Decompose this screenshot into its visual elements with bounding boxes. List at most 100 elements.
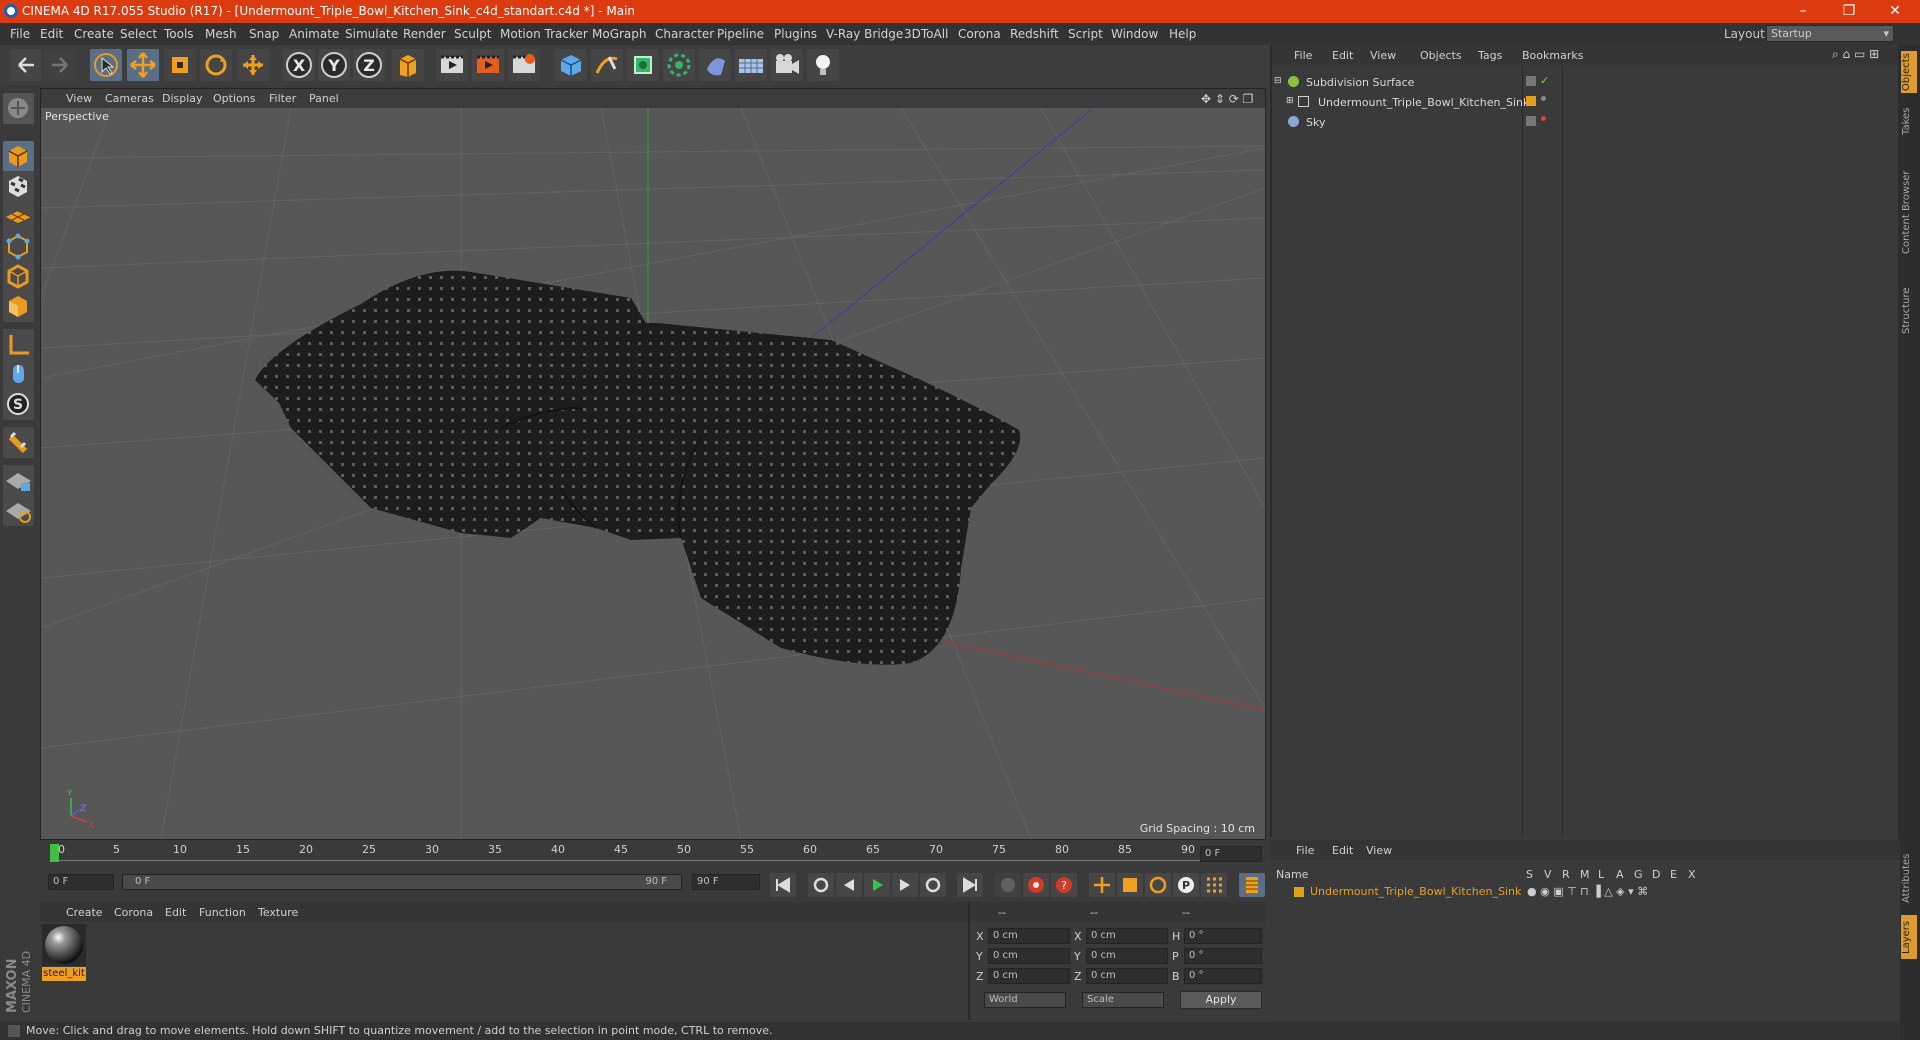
make-editable-icon[interactable] xyxy=(3,93,34,124)
next-key-icon[interactable] xyxy=(920,873,946,897)
restore-button[interactable]: ❐ xyxy=(1826,1,1872,22)
viewport-menu-panel[interactable]: Panel xyxy=(309,92,339,105)
layer-row[interactable]: Undermount_Triple_Bowl_Kitchen_Sink ● ◉ … xyxy=(1270,884,1900,900)
snap-magnet-icon[interactable] xyxy=(3,427,34,458)
object-row-sky[interactable]: Sky xyxy=(1274,114,1520,132)
viewport-menu-cameras[interactable]: Cameras xyxy=(105,92,154,105)
object-menu-view[interactable]: View xyxy=(1370,49,1396,62)
key-point-level-icon[interactable] xyxy=(1201,873,1227,897)
menu-create[interactable]: Create xyxy=(74,27,114,41)
tab-structure[interactable]: Structure xyxy=(1901,281,1917,341)
object-menu-file[interactable]: File xyxy=(1294,49,1312,62)
previous-frame-icon[interactable] xyxy=(836,873,862,897)
previous-key-icon[interactable] xyxy=(808,873,834,897)
menu-help[interactable]: Help xyxy=(1169,27,1196,41)
menu-animate[interactable]: Animate xyxy=(289,27,339,41)
cube-icon[interactable] xyxy=(555,49,587,81)
object-menu-edit[interactable]: Edit xyxy=(1332,49,1353,62)
material-menu-texture[interactable]: Texture xyxy=(258,906,298,919)
object-menu-tags[interactable]: Tags xyxy=(1478,49,1502,62)
visibility-dot-icon[interactable] xyxy=(1541,116,1546,121)
perspective-viewport[interactable]: Perspective Y Z X Grid Spacing : 10 cm xyxy=(41,108,1265,839)
next-frame-icon[interactable] xyxy=(892,873,918,897)
size-x-field[interactable]: 0 cm xyxy=(1086,928,1168,944)
menu-sculpt[interactable]: Sculpt xyxy=(454,27,491,41)
layout-select[interactable]: Startup ▾ xyxy=(1766,25,1894,42)
timeline-ruler[interactable] xyxy=(40,840,1266,868)
deformer-icon[interactable] xyxy=(699,49,731,81)
menu-mograph[interactable]: MoGraph xyxy=(592,27,647,41)
key-parameter-icon[interactable]: P xyxy=(1173,873,1199,897)
rotate-icon[interactable] xyxy=(200,49,232,81)
viewport-navigation-icons[interactable]: ✥ ⇕ ⟳ ❐ xyxy=(1201,92,1253,106)
move-icon[interactable] xyxy=(127,49,159,81)
redo-icon[interactable] xyxy=(44,49,76,81)
menu-corona[interactable]: Corona xyxy=(958,27,1001,41)
object-row-subdivision-surface[interactable]: ⊟ Subdivision Surface xyxy=(1274,74,1520,92)
position-y-field[interactable]: 0 cm xyxy=(988,948,1070,964)
menu-tools[interactable]: Tools xyxy=(164,27,194,41)
collapse-icon[interactable]: ⊟ xyxy=(1274,76,1282,86)
position-z-field[interactable]: 0 cm xyxy=(988,968,1070,984)
start-frame-field[interactable]: 0 F xyxy=(48,874,114,890)
visibility-dot-icon[interactable] xyxy=(1541,96,1546,101)
menu-script[interactable]: Script xyxy=(1068,27,1103,41)
camera-icon[interactable] xyxy=(771,49,803,81)
menu-select[interactable]: Select xyxy=(120,27,157,41)
object-menu-bookmarks[interactable]: Bookmarks xyxy=(1522,49,1583,62)
viewport-menu-display[interactable]: Display xyxy=(162,92,203,105)
menu-3dtoall[interactable]: 3DToAll xyxy=(904,27,948,41)
tab-layers[interactable]: Layers xyxy=(1901,915,1917,959)
workplane-mode-icon[interactable] xyxy=(3,201,34,232)
point-mode-icon[interactable] xyxy=(3,231,34,262)
menu-edit[interactable]: Edit xyxy=(40,27,63,41)
key-position-icon[interactable] xyxy=(1089,873,1115,897)
layer-toggle-icons[interactable]: ● ◉ ▣ ⊤ ⊓ ▐ △ ◈ ▾ ⌘ xyxy=(1527,885,1648,898)
menu-simulate[interactable]: Simulate xyxy=(345,27,398,41)
menu-motion-tracker[interactable]: Motion Tracker xyxy=(500,27,588,41)
move-last-icon[interactable] xyxy=(237,49,269,81)
layer-menu-file[interactable]: File xyxy=(1296,844,1314,857)
menu-vray-bridge[interactable]: V-Ray Bridge xyxy=(826,27,903,41)
key-scale-icon[interactable] xyxy=(1117,873,1143,897)
end-frame-field[interactable]: 90 F xyxy=(692,874,760,890)
axis-y-icon[interactable]: Y xyxy=(318,49,350,81)
floor-icon[interactable] xyxy=(735,49,767,81)
object-row-sink[interactable]: ⊞ Undermount_Triple_Bowl_Kitchen_Sink xyxy=(1274,94,1529,112)
solo-mode-icon[interactable]: S xyxy=(3,389,34,420)
tab-objects[interactable]: Objects xyxy=(1901,51,1917,93)
menu-render[interactable]: Render xyxy=(403,27,446,41)
minimize-button[interactable]: – xyxy=(1780,1,1826,22)
expand-icon[interactable]: ⊞ xyxy=(1286,96,1294,106)
record-active-icon[interactable] xyxy=(1023,873,1049,897)
material-menu-edit[interactable]: Edit xyxy=(165,906,186,919)
coordinate-system-icon[interactable] xyxy=(392,49,424,81)
object-menu-objects[interactable]: Objects xyxy=(1420,49,1462,62)
scale-icon[interactable] xyxy=(164,49,196,81)
edit-tag-icon[interactable] xyxy=(1526,76,1536,86)
viewport-menu-filter[interactable]: Filter xyxy=(269,92,296,105)
menu-file[interactable]: File xyxy=(10,27,30,41)
array-icon[interactable] xyxy=(663,49,695,81)
go-to-start-icon[interactable] xyxy=(770,873,796,897)
tab-attributes[interactable]: Attributes xyxy=(1901,843,1917,913)
position-x-field[interactable]: 0 cm xyxy=(988,928,1070,944)
size-y-field[interactable]: 0 cm xyxy=(1086,948,1168,964)
menu-window[interactable]: Window xyxy=(1111,27,1158,41)
current-frame-field[interactable]: 0 F xyxy=(1200,846,1262,862)
material-menu-function[interactable]: Function xyxy=(199,906,246,919)
viewport-menu-options[interactable]: Options xyxy=(213,92,255,105)
layer-menu-view[interactable]: View xyxy=(1366,844,1392,857)
locked-workplane-icon[interactable] xyxy=(3,465,34,496)
timeline-window-icon[interactable] xyxy=(1239,873,1265,897)
tab-content-browser[interactable]: Content Browser xyxy=(1901,149,1917,275)
frame-range-slider[interactable]: 0 F 90 F xyxy=(122,874,682,890)
menu-redshift[interactable]: Redshift xyxy=(1010,27,1059,41)
apply-button[interactable]: Apply xyxy=(1180,991,1262,1009)
tab-takes[interactable]: Takes xyxy=(1901,101,1917,141)
material-menu-corona[interactable]: Corona xyxy=(114,906,153,919)
motion-path-icon[interactable] xyxy=(995,873,1021,897)
axis-x-icon[interactable]: X xyxy=(283,49,315,81)
menu-plugins[interactable]: Plugins xyxy=(774,27,817,41)
close-button[interactable]: ✕ xyxy=(1872,1,1918,22)
